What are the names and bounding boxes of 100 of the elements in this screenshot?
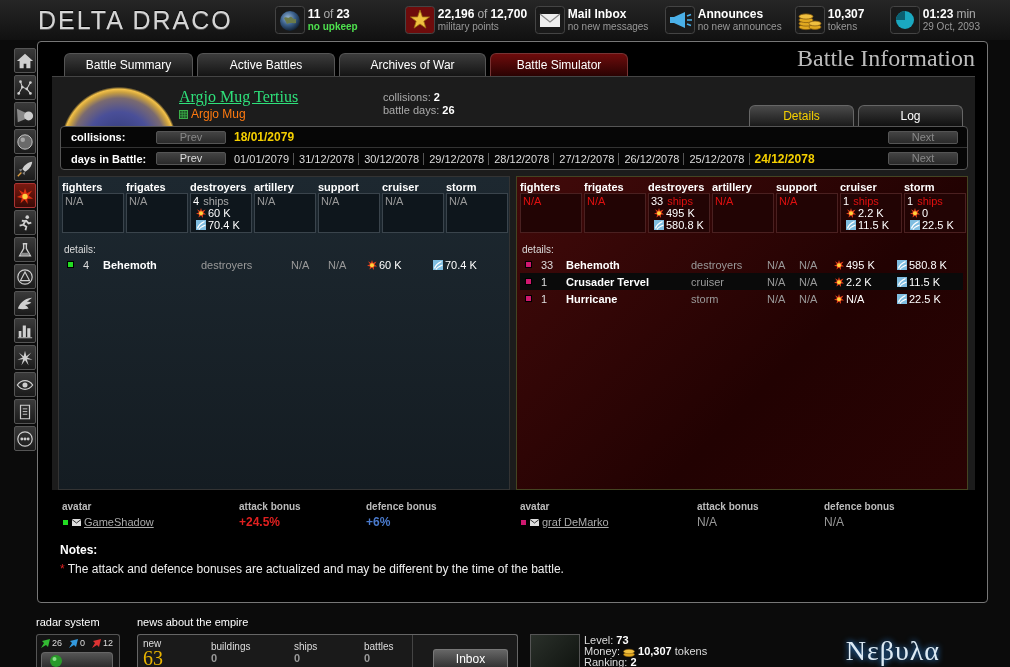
- stat-value: 01:23 min: [922, 8, 977, 21]
- table-cell-text: N/A: [799, 275, 819, 288]
- explosion-icon: [834, 259, 844, 270]
- date-link[interactable]: 28/12/2078: [488, 152, 554, 165]
- sidebar-button[interactable]: [14, 183, 36, 208]
- sidebar-button[interactable]: [14, 210, 36, 235]
- game-logo[interactable]: DELTA DRACO: [38, 5, 233, 35]
- date-link[interactable]: 18/01/2079: [229, 131, 299, 143]
- tab[interactable]: Archives of War: [339, 53, 486, 76]
- bonus-value: N/A: [824, 516, 845, 529]
- unit-row[interactable]: 4 Behemoth destroyers N/A N/A 60 K 70.4 K: [62, 256, 505, 273]
- bonus-value: +24.5%: [239, 516, 282, 529]
- date-link[interactable]: 25/12/2078: [683, 152, 749, 165]
- date-link[interactable]: 24/12/2078: [748, 152, 819, 165]
- section-title: radar system: [36, 616, 101, 629]
- date-link[interactable]: 01/01/2079: [229, 152, 294, 165]
- tab[interactable]: Battle Summary: [64, 53, 193, 76]
- notes-title: Notes:: [60, 543, 99, 557]
- defense-value: 70.4 K: [445, 258, 477, 271]
- unit-value: N/A: [523, 195, 543, 207]
- sidebar-button[interactable]: [14, 399, 36, 424]
- date-link[interactable]: 27/12/2078: [553, 152, 619, 165]
- counter-value: 0: [364, 652, 372, 665]
- view-tab[interactable]: Details: [749, 105, 854, 126]
- defense-value: 580.8 K: [666, 219, 704, 231]
- date-link[interactable]: 31/12/2078: [293, 152, 359, 165]
- sidebar-button[interactable]: [14, 48, 36, 73]
- column-label: attack bonus: [697, 501, 760, 513]
- unit-row[interactable]: 1 Crusader Tervel cruiser N/A N/A 2.2 K 11.5 K: [520, 273, 963, 290]
- sidebar-button[interactable]: [14, 345, 36, 370]
- unit-name: Hurricane: [566, 292, 619, 305]
- bonus-value: N/A: [697, 516, 718, 529]
- unit-type-label: frigates: [126, 181, 167, 193]
- sidebar-button[interactable]: [14, 102, 36, 127]
- sidebar-button[interactable]: [14, 372, 36, 397]
- planet-link[interactable]: Argjo Mug Tertius: [179, 88, 309, 106]
- prev-button[interactable]: Prev: [156, 152, 226, 165]
- unit-value: N/A: [449, 195, 469, 207]
- explosion-icon: [910, 208, 920, 218]
- unit-value: N/A: [65, 195, 85, 207]
- radar-button[interactable]: [41, 652, 113, 667]
- sphere-icon: [16, 132, 34, 151]
- defense-value: 580.8 K: [909, 258, 947, 271]
- rocket-icon: [16, 159, 34, 178]
- clock-icon[interactable]: [889, 6, 920, 34]
- coins-icon: [623, 646, 636, 657]
- megaphone-icon[interactable]: [664, 6, 695, 34]
- attack-value: 2.2 K: [846, 275, 872, 288]
- sidebar-button[interactable]: [14, 75, 36, 100]
- date-link[interactable]: 26/12/2078: [618, 152, 684, 165]
- explosion-icon: [196, 208, 206, 218]
- date-link[interactable]: 30/12/2078: [358, 152, 424, 165]
- row-label: collisions:: [70, 131, 127, 143]
- column-label: defence bonus: [366, 501, 438, 513]
- sidebar-button[interactable]: [14, 264, 36, 289]
- unit-type-label: storm: [904, 181, 936, 193]
- sidebar-button[interactable]: [14, 426, 36, 451]
- unit-row[interactable]: 33 Behemoth destroyers N/A N/A 495 K 580.8 K: [520, 256, 963, 273]
- globe-icon[interactable]: [274, 6, 305, 34]
- player-link[interactable]: GameShadow: [84, 516, 154, 528]
- brand-logo[interactable]: Nεβυλα: [845, 616, 940, 667]
- sidebar-button[interactable]: [14, 291, 36, 316]
- unit-type-label: frigates: [584, 181, 625, 193]
- bonus-value: +6%: [366, 516, 392, 529]
- page-title: Battle Information: [797, 45, 975, 73]
- coins-icon[interactable]: [794, 6, 825, 34]
- sidebar-button[interactable]: [14, 129, 36, 154]
- envelope-icon: [72, 518, 81, 526]
- avatar-image: [530, 634, 580, 667]
- counter-value: 0: [211, 652, 219, 665]
- stat-value: 22,196 of 12,700: [437, 8, 528, 21]
- battle-stat: battle days: 26: [383, 104, 455, 117]
- sidebar-button[interactable]: [14, 237, 36, 262]
- counter-label: buildings: [211, 641, 252, 652]
- mail-icon[interactable]: [534, 6, 565, 34]
- unit-value: N/A: [385, 195, 405, 207]
- sidebar-button[interactable]: [14, 156, 36, 181]
- dots-icon: [16, 429, 34, 448]
- inbox-button[interactable]: Inbox: [433, 649, 508, 667]
- swirl-icon: [433, 259, 443, 270]
- stat-caption: tokens: [827, 21, 859, 32]
- owner-name[interactable]: Argjo Mug: [191, 107, 246, 121]
- sidebar-button[interactable]: [14, 318, 36, 343]
- table-cell-text: N/A: [767, 258, 787, 271]
- unit-count: 1: [541, 292, 549, 305]
- unit-type-label: storm: [446, 181, 478, 193]
- tab[interactable]: Battle Simulator: [490, 53, 628, 76]
- explosion-icon: [367, 259, 377, 270]
- unit-type-label: cruiser: [382, 181, 420, 193]
- player-link[interactable]: graf DeMarko: [542, 516, 609, 528]
- stat-caption: no new announces: [697, 21, 782, 32]
- unit-row[interactable]: 1 Hurricane storm N/A N/A N/A 22.5 K: [520, 290, 963, 307]
- counter-label: battles: [364, 641, 395, 652]
- unit-value: N/A: [715, 195, 735, 207]
- date-link[interactable]: 29/12/2078: [423, 152, 489, 165]
- view-tab[interactable]: Log: [858, 105, 963, 126]
- stat-value: 11 of 23: [307, 8, 351, 21]
- unit-type-label: destroyers: [190, 181, 248, 193]
- stat-value: Announces: [697, 8, 765, 21]
- tab[interactable]: Active Battles: [197, 53, 335, 76]
